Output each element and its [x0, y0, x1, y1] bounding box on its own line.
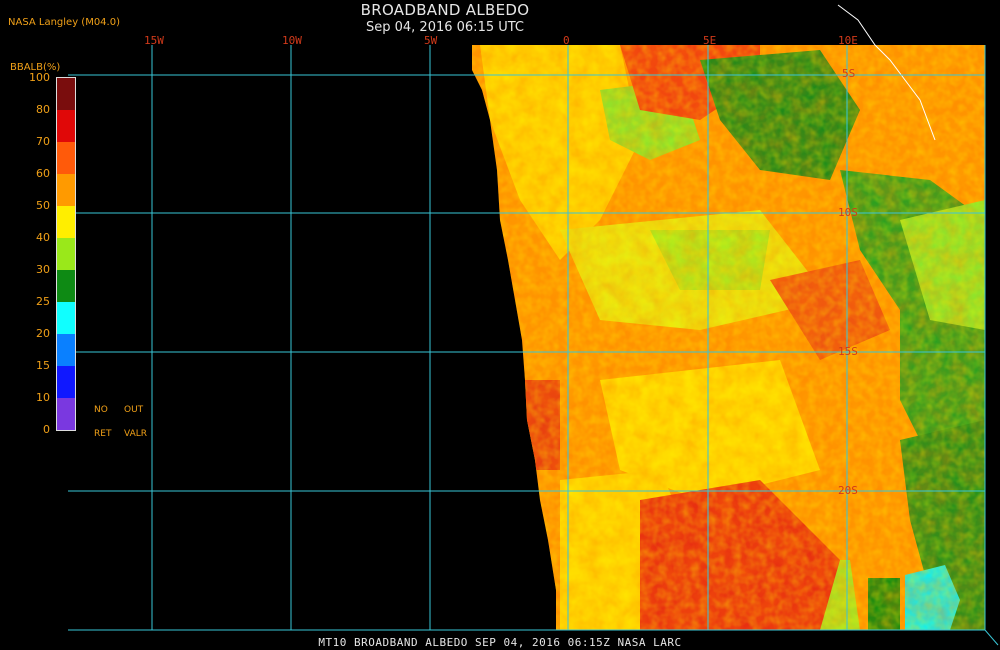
colorbar-tick-label: 30: [36, 263, 50, 276]
colorbar-segment: [57, 270, 75, 302]
legend-out: OUT: [124, 405, 144, 415]
lon-label-10e: 10E: [838, 34, 858, 47]
colorbar: [56, 77, 76, 431]
lat-label-5s: 5S: [842, 67, 856, 80]
lat-label-15s: 15S: [838, 345, 858, 358]
colorbar-segment: [57, 366, 75, 398]
legend-no: NO: [94, 405, 108, 415]
lat-label-10s: 10S: [838, 206, 858, 219]
map-subtitle: Sep 04, 2016 06:15 UTC: [365, 20, 525, 35]
colorbar-tick-label: 20: [36, 327, 50, 340]
colorbar-tick-label: 0: [43, 423, 50, 436]
colorbar-segment: [57, 206, 75, 238]
legend-valr: VALR: [124, 429, 148, 439]
colorbar-segment: [57, 238, 75, 270]
colorbar-segment: [57, 302, 75, 334]
colorbar-segment: [57, 398, 75, 430]
lon-label-5w: 5W: [424, 34, 438, 47]
lon-label-10w: 10W: [282, 34, 302, 47]
footer-caption: MT10 BROADBAND ALBEDO SEP 04, 2016 06:15…: [318, 636, 682, 649]
colorbar-segment: [57, 78, 75, 110]
colorbar-segment: [57, 174, 75, 206]
colorbar-tick-label: 40: [36, 231, 50, 244]
colorbar-tick-label: 100: [29, 71, 50, 84]
colorbar-segment: [57, 110, 75, 142]
lat-label-20s: 20S: [838, 484, 858, 497]
colorbar-tick-label: 10: [36, 391, 50, 404]
colorbar-tick-label: 15: [36, 359, 50, 372]
legend-ret: RET: [94, 429, 112, 439]
colorbar-tick-label: 25: [36, 295, 50, 308]
colorbar-tick-label: 80: [36, 103, 50, 116]
colorbar-segment: [57, 334, 75, 366]
lon-label-15w: 15W: [144, 34, 164, 47]
colorbar-segment: [57, 142, 75, 174]
colorbar-tick-label: 60: [36, 167, 50, 180]
lon-label-5e: 5E: [703, 34, 717, 47]
albedo-map: [68, 4, 999, 646]
colorbar-tick-label: 70: [36, 135, 50, 148]
map-title: BROADBAND ALBEDO: [360, 1, 530, 19]
colorbar-tick-label: 50: [36, 199, 50, 212]
lon-label-0: 0: [563, 34, 570, 47]
land-imagery: [472, 45, 985, 630]
